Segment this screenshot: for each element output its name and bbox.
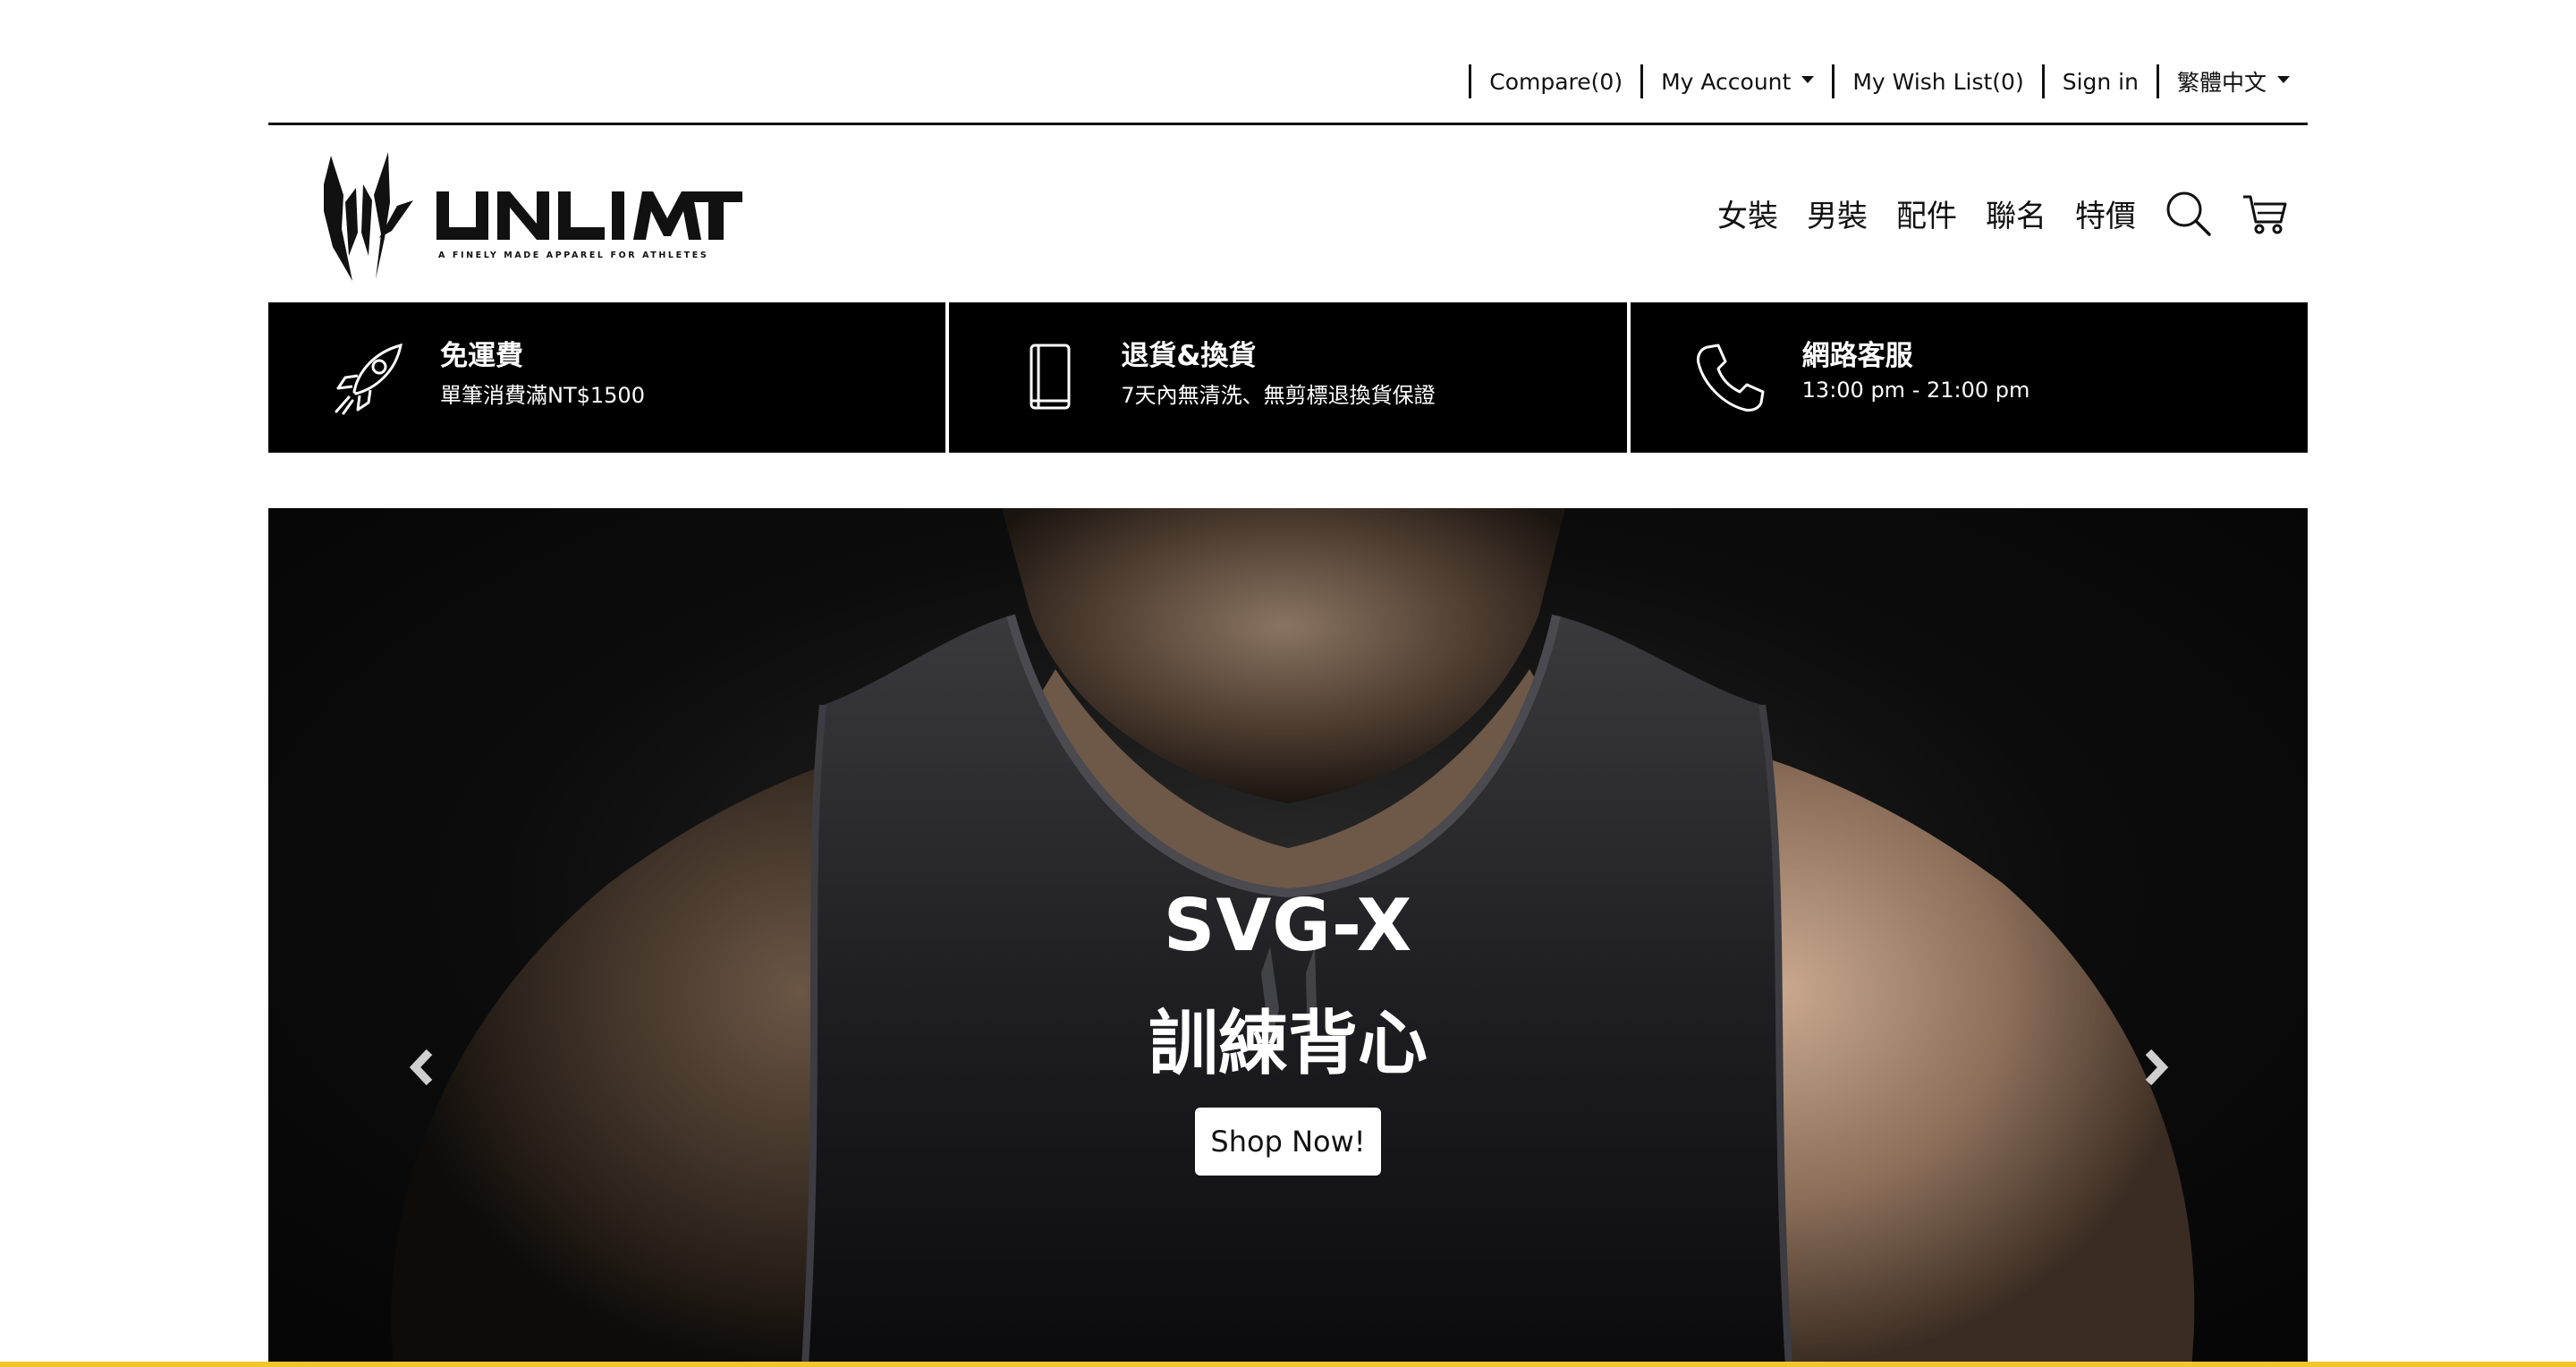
search-icon[interactable]: [2163, 188, 2213, 238]
page: Compare(0) My Account My Wish List(0) Si…: [0, 0, 2576, 1367]
service-strip: 免運費 單筆消費滿NT$1500 退貨&換貨 7天內無清洗、無剪標退換貨保證 網…: [268, 302, 2308, 453]
returns-title: 退貨&換貨: [1121, 340, 1257, 372]
language-dropdown[interactable]: 繁體中文: [2156, 64, 2308, 98]
brand-tagline: A FINELY MADE APPAREL FOR ATHLETES: [438, 250, 708, 260]
free-shipping-box: 免運費 單筆消費滿NT$1500: [268, 302, 946, 453]
chevron-right-icon[interactable]: [2138, 1045, 2174, 1090]
language-label: 繁體中文: [2176, 70, 2267, 96]
customer-service-hours: 13:00 pm - 21:00 pm: [1801, 378, 2030, 403]
utility-bar: Compare(0) My Account My Wish List(0) Si…: [268, 0, 2308, 125]
compare-label: Compare(0): [1489, 68, 1623, 95]
hero-title: SVG-X: [1163, 884, 1413, 967]
wish-list-label: My Wish List(0): [1852, 68, 2024, 95]
nav-mens[interactable]: 男裝: [1807, 191, 1868, 235]
nav-womens[interactable]: 女裝: [1717, 191, 1778, 235]
chevron-left-icon[interactable]: [404, 1045, 440, 1090]
customer-service-box: 網路客服 13:00 pm - 21:00 pm: [1630, 302, 2308, 453]
compare-link[interactable]: Compare(0): [1469, 64, 1640, 98]
phone-icon: [1696, 344, 1765, 412]
main-nav: 女裝 男裝 配件 聯名 特價: [1689, 186, 2290, 240]
nav-sale[interactable]: 特價: [2075, 191, 2136, 235]
caret-down-icon: [1801, 76, 1815, 83]
hero-subtitle: 訓練背心: [1148, 1004, 1428, 1084]
customer-service-title: 網路客服: [1801, 340, 1913, 372]
caret-down-icon: [2277, 76, 2290, 83]
returns-subtitle: 7天內無清洗、無剪標退換貨保證: [1121, 383, 1436, 408]
brand-logo[interactable]: A FINELY MADE APPAREL FOR ATHLETES: [322, 149, 742, 283]
sign-in-label: Sign in: [2062, 68, 2139, 95]
shop-now-button[interactable]: Shop Now!: [1195, 1108, 1381, 1176]
cart-icon[interactable]: [2240, 188, 2290, 238]
free-shipping-subtitle: 單筆消費滿NT$1500: [440, 383, 645, 408]
my-account-dropdown[interactable]: My Account: [1640, 64, 1832, 98]
sign-in-link[interactable]: Sign in: [2041, 64, 2157, 98]
nav-accessories[interactable]: 配件: [1896, 191, 1957, 235]
utility-links: Compare(0) My Account My Wish List(0) Si…: [1469, 64, 2308, 98]
wish-list-link[interactable]: My Wish List(0): [1832, 64, 2041, 98]
nav-collab[interactable]: 聯名: [1986, 191, 2046, 235]
hero-carousel[interactable]: SVG-X 訓練背心 Shop Now!: [268, 508, 2308, 1362]
rocket-icon: [335, 343, 402, 415]
book-icon: [1030, 344, 1071, 410]
my-account-label: My Account: [1661, 68, 1792, 95]
free-shipping-title: 免運費: [440, 340, 523, 372]
header: A FINELY MADE APPAREL FOR ATHLETES 女裝 男裝…: [268, 125, 2308, 302]
returns-box: 退貨&換貨 7天內無清洗、無剪標退換貨保證: [949, 302, 1627, 453]
